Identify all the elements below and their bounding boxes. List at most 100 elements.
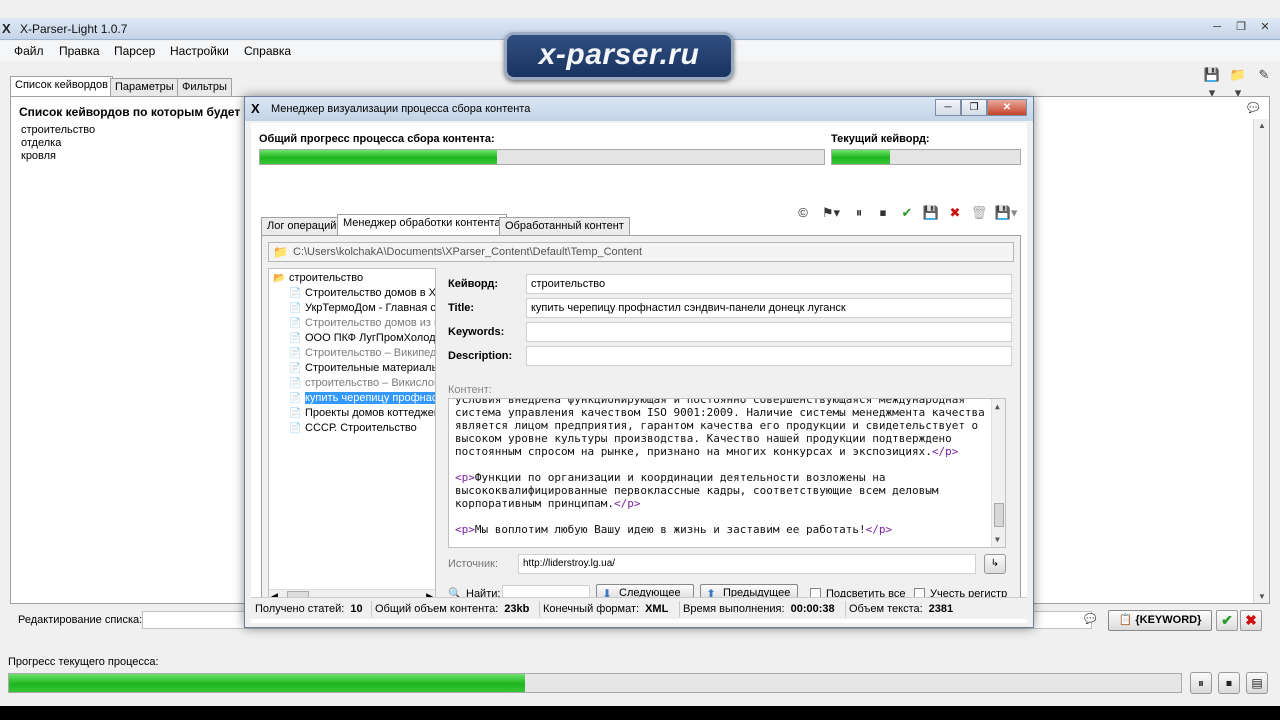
tree-item-label: купить черепицу профнаст xyxy=(305,392,435,404)
tree-item-label: Строительство домов в Ха xyxy=(305,287,436,299)
tree-root[interactable]: 📂 строительство xyxy=(273,271,363,286)
copyright-icon[interactable]: © xyxy=(793,203,813,223)
help-icon[interactable]: 💬 xyxy=(1247,103,1261,115)
dialog-minimize-button[interactable]: ─ xyxy=(935,99,961,116)
dialog-close-button[interactable]: ✕ xyxy=(987,99,1027,116)
keywords-field[interactable] xyxy=(526,322,1012,342)
title-field-label: Title: xyxy=(448,302,475,314)
tab-processed-content[interactable]: Обработанный контент xyxy=(499,217,630,235)
edit-help-icon[interactable]: 💬 xyxy=(1084,614,1096,625)
document-icon: 📄 xyxy=(289,348,302,359)
tree-item[interactable]: 📄 УкрТермоДом - Главная с xyxy=(289,301,435,316)
menu-edit[interactable]: Правка xyxy=(59,44,100,58)
tree-item-label: Строительство домов из га xyxy=(305,317,436,329)
content-scroll-thumb[interactable] xyxy=(994,503,1004,527)
menu-help[interactable]: Справка xyxy=(244,44,291,58)
delete-icon[interactable]: ✖ xyxy=(945,203,965,223)
visualization-dialog: X Менеджер визуализации процесса сбора к… xyxy=(244,96,1034,628)
close-button[interactable]: ✕ xyxy=(1254,20,1276,36)
description-field-label: Description: xyxy=(448,350,513,362)
tab-log[interactable]: Лог операций xyxy=(261,217,343,235)
scroll-up-icon[interactable]: ▲ xyxy=(1258,121,1266,130)
dialog-toolbar: © ⚑▾ ⏸ ⏹ ✔ 💾 ✖ 🗑 💾▾ xyxy=(793,203,1019,223)
tree-root-label: строительство xyxy=(289,272,364,284)
pause-button[interactable]: ⏸ xyxy=(1190,672,1212,694)
tab-filters[interactable]: Фильтры xyxy=(177,78,232,96)
menu-file[interactable]: Файл xyxy=(14,44,44,58)
overall-progress-fill xyxy=(260,150,497,164)
edit-list-label: Редактирование списка: xyxy=(18,614,143,626)
process-progress-bar xyxy=(8,673,1182,693)
title-field[interactable]: купить черепицу профнастил сэндвич-панел… xyxy=(526,298,1012,318)
status-text-size: Объем текста: 2381 xyxy=(849,603,954,615)
tab-keywords[interactable]: Список кейвордов xyxy=(10,76,113,97)
open-source-button[interactable]: ↳ xyxy=(984,554,1006,574)
flag-icon[interactable]: ⚑▾ xyxy=(817,203,845,223)
tree-item[interactable]: 📄 Проекты домов коттеджей xyxy=(289,406,435,421)
export-icon[interactable]: 💾▾ xyxy=(993,203,1019,223)
logo-banner: x-parser.ru xyxy=(504,32,734,80)
menu-settings[interactable]: Настройки xyxy=(170,44,229,58)
description-field[interactable] xyxy=(526,346,1012,366)
tree-item[interactable]: 📄 Строительные материалы xyxy=(289,361,435,376)
tree-item[interactable]: 📄 Строительство домов из га xyxy=(289,316,436,331)
stop-icon[interactable]: ⏹ xyxy=(873,203,893,223)
tab-content-manager[interactable]: Менеджер обработки контента xyxy=(337,214,507,236)
folder-open-icon: 📂 xyxy=(273,273,286,284)
cancel-button[interactable]: ✖ xyxy=(1240,610,1262,631)
save-icon[interactable]: 💾▾ xyxy=(1202,66,1222,100)
content-editor[interactable]: условия внедрена функционирующая и посто… xyxy=(448,398,1006,548)
minimize-button[interactable]: ─ xyxy=(1206,20,1228,36)
keywords-panel-title: Список кейвордов по которым будет со xyxy=(19,105,258,119)
process-progress-label: Прогресс текущего процесса: xyxy=(8,656,159,668)
dialog-maximize-button[interactable]: ❐ xyxy=(961,99,987,116)
app-title: X-Parser-Light 1.0.7 xyxy=(20,22,128,36)
tree-item[interactable]: 📄 купить черепицу профнаст xyxy=(289,391,435,406)
content-label: Контент: xyxy=(448,384,492,396)
dialog-body: Общий прогресс процесса сбора контента: … xyxy=(251,123,1027,623)
content-tree: 📂 строительство 📄 Строительство домов в Ха… xyxy=(268,268,436,604)
window-view-button[interactable]: ▤ xyxy=(1246,672,1268,694)
content-scrollbar[interactable]: ▲ ▼ xyxy=(991,399,1005,547)
accept-icon[interactable]: ✔ xyxy=(897,203,917,223)
app-logo-icon: X xyxy=(2,21,11,36)
document-icon: 📄 xyxy=(289,333,302,344)
content-scroll-up-icon[interactable]: ▲ xyxy=(995,400,1000,413)
keyword-insert-button[interactable]: 📋 {KEYWORD} xyxy=(1108,610,1212,631)
clear-icon[interactable]: ✎ xyxy=(1254,66,1274,84)
overall-progress-label: Общий прогресс процесса сбора контента: xyxy=(259,133,495,145)
menu-parser[interactable]: Парсер xyxy=(114,44,155,58)
keywords-scrollbar[interactable]: ▲ ▼ xyxy=(1253,119,1269,603)
keyword-item[interactable]: кровля xyxy=(21,150,56,162)
document-icon: 📄 xyxy=(289,423,302,434)
current-keyword-label: Текущий кейворд: xyxy=(831,133,930,145)
tree-item[interactable]: 📄 Строительство домов в Ха xyxy=(289,286,436,301)
keyword-item[interactable]: строительство xyxy=(21,124,95,136)
tree-item[interactable]: 📄 ООО ПКФ ЛугПромХолод. xyxy=(289,331,436,346)
content-fields: Кейворд: строительство Title: купить чер… xyxy=(442,268,1016,604)
content-scroll-down-icon[interactable]: ▼ xyxy=(995,533,1000,546)
open-folder-icon[interactable]: 📁▾ xyxy=(1228,66,1248,100)
dialog-app-icon: X xyxy=(251,101,260,116)
tree-item-label: ООО ПКФ ЛугПромХолод. xyxy=(305,332,436,344)
scroll-down-icon[interactable]: ▼ xyxy=(1258,592,1266,601)
source-url-field[interactable]: http://liderstroy.lg.ua/ xyxy=(518,554,976,574)
tree-item-label: строительство – Викислов xyxy=(305,377,436,389)
keywords-field-label: Keywords: xyxy=(448,326,505,338)
path-bar: 📁 C:\Users\kolchakA\Documents\XParser_Co… xyxy=(268,242,1014,262)
tree-item[interactable]: 📄 строительство – Викислов xyxy=(289,376,436,391)
tree-item[interactable]: 📄 Строительство – Википеди xyxy=(289,346,435,361)
keyword-field[interactable]: строительство xyxy=(526,274,1012,294)
overall-progress-bar xyxy=(259,149,825,165)
stop-button[interactable]: ⏹ xyxy=(1218,672,1240,694)
content-paragraph: <p>Мы воплотим любую Вашу идею в жизнь и… xyxy=(455,523,893,536)
maximize-button[interactable]: ❐ xyxy=(1230,20,1252,36)
document-icon: 📄 xyxy=(289,408,302,419)
path-text: C:\Users\kolchakA\Documents\XParser_Cont… xyxy=(293,246,643,258)
tab-params[interactable]: Параметры xyxy=(110,78,179,96)
apply-button[interactable]: ✔ xyxy=(1216,610,1238,631)
pause-icon[interactable]: ⏸ xyxy=(849,203,869,223)
dialog-titlebar: X Менеджер визуализации процесса сбора к… xyxy=(245,97,1033,121)
keyword-item[interactable]: отделка xyxy=(21,137,61,149)
tree-item[interactable]: 📄 СССР. Строительство xyxy=(289,421,417,436)
